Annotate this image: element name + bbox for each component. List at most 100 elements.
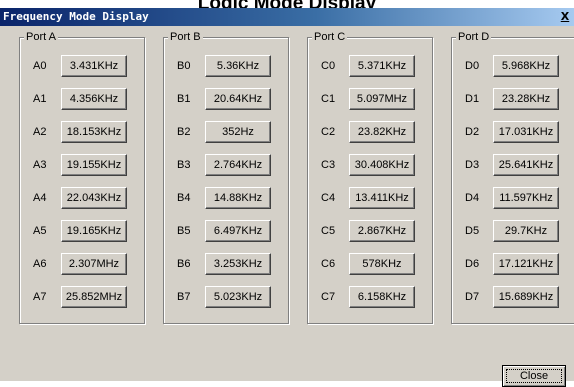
- pin-label: D1: [465, 93, 480, 105]
- pin-row: A0 3.431KHz: [20, 55, 144, 77]
- pin-row: B6 3.253KHz: [164, 253, 288, 275]
- pin-row: C2 23.82KHz: [308, 121, 432, 143]
- pin-row: B4 14.88KHz: [164, 187, 288, 209]
- pin-label: A6: [33, 258, 47, 270]
- pin-label: C7: [321, 291, 336, 303]
- pin-label: A7: [33, 291, 47, 303]
- pin-label: C2: [321, 126, 336, 138]
- frequency-value-button[interactable]: 6.497KHz: [205, 220, 271, 242]
- frequency-value-button[interactable]: 6.158KHz: [349, 286, 415, 308]
- frequency-value-button[interactable]: 13.411KHz: [349, 187, 415, 209]
- pin-row: D4 11.597KHz: [452, 187, 574, 209]
- frequency-value-button[interactable]: 19.165KHz: [61, 220, 127, 242]
- frequency-value-button[interactable]: 18.153KHz: [61, 121, 127, 143]
- pin-label: A5: [33, 225, 47, 237]
- pin-label: C4: [321, 192, 336, 204]
- pin-row: C1 5.097MHz: [308, 88, 432, 110]
- pin-row: B7 5.023KHz: [164, 286, 288, 308]
- frequency-value-button[interactable]: 14.88KHz: [205, 187, 271, 209]
- pin-label: D3: [465, 159, 480, 171]
- frequency-value-button[interactable]: 578KHz: [349, 253, 415, 275]
- port-group-d: Port D D0 5.968KHz D1 23.28KHz D2 17.031KHz D3 2…: [451, 30, 574, 324]
- frequency-value-button[interactable]: 3.431KHz: [61, 55, 127, 77]
- pin-label: B5: [177, 225, 191, 237]
- pin-label: B6: [177, 258, 191, 270]
- pin-row: A4 22.043KHz: [20, 187, 144, 209]
- frequency-value-button[interactable]: 2.307MHz: [61, 253, 127, 275]
- port-group-label: Port D: [456, 30, 492, 44]
- frequency-value-button[interactable]: 25.852MHz: [61, 286, 127, 308]
- close-button-label: Close: [519, 370, 549, 382]
- pin-label: D5: [465, 225, 480, 237]
- pin-row: A5 19.165KHz: [20, 220, 144, 242]
- frequency-value-button[interactable]: 17.121KHz: [493, 253, 559, 275]
- pin-row: A6 2.307MHz: [20, 253, 144, 275]
- pin-row: D6 17.121KHz: [452, 253, 574, 275]
- frequency-value-button[interactable]: 5.023KHz: [205, 286, 271, 308]
- pin-row: B3 2.764KHz: [164, 154, 288, 176]
- frequency-value-button[interactable]: 2.764KHz: [205, 154, 271, 176]
- pin-row: D5 29.7KHz: [452, 220, 574, 242]
- port-group-label: Port B: [168, 30, 203, 44]
- frequency-value-button[interactable]: 3.253KHz: [205, 253, 271, 275]
- pin-row: A1 4.356KHz: [20, 88, 144, 110]
- pin-row: D0 5.968KHz: [452, 55, 574, 77]
- pin-label: A1: [33, 93, 47, 105]
- frequency-value-button[interactable]: 30.408KHz: [349, 154, 415, 176]
- pin-label: C3: [321, 159, 336, 171]
- frequency-value-button[interactable]: 4.356KHz: [61, 88, 127, 110]
- frequency-value-button[interactable]: 15.689KHz: [493, 286, 559, 308]
- pin-label: C0: [321, 60, 336, 72]
- pin-label: D6: [465, 258, 480, 270]
- close-icon[interactable]: X: [558, 9, 572, 24]
- pin-label: C6: [321, 258, 336, 270]
- title-bar[interactable]: Frequency Mode Display X: [0, 8, 574, 26]
- pin-row: C0 5.371KHz: [308, 55, 432, 77]
- window-title: Frequency Mode Display: [3, 10, 149, 23]
- frequency-value-button[interactable]: 5.097MHz: [349, 88, 415, 110]
- pin-row: C6 578KHz: [308, 253, 432, 275]
- pin-label: A3: [33, 159, 47, 171]
- pin-label: B0: [177, 60, 191, 72]
- pin-row: A2 18.153KHz: [20, 121, 144, 143]
- frequency-value-button[interactable]: 11.597KHz: [493, 187, 559, 209]
- pin-row: B0 5.36KHz: [164, 55, 288, 77]
- close-button[interactable]: Close: [502, 365, 566, 387]
- frequency-value-button[interactable]: 17.031KHz: [493, 121, 559, 143]
- frequency-value-button[interactable]: 5.371KHz: [349, 55, 415, 77]
- pin-label: D0: [465, 60, 480, 72]
- frequency-value-button[interactable]: 22.043KHz: [61, 187, 127, 209]
- pin-label: C5: [321, 225, 336, 237]
- pin-row: A3 19.155KHz: [20, 154, 144, 176]
- pin-label: A2: [33, 126, 47, 138]
- frequency-value-button[interactable]: 5.968KHz: [493, 55, 559, 77]
- pin-label: C1: [321, 93, 336, 105]
- frequency-value-button[interactable]: 29.7KHz: [493, 220, 559, 242]
- pin-row: D2 17.031KHz: [452, 121, 574, 143]
- pin-row: C3 30.408KHz: [308, 154, 432, 176]
- pin-row: B2 352Hz: [164, 121, 288, 143]
- frequency-value-button[interactable]: 352Hz: [205, 121, 271, 143]
- frequency-value-button[interactable]: 25.641KHz: [493, 154, 559, 176]
- pin-label: A0: [33, 60, 47, 72]
- pin-row: C4 13.411KHz: [308, 187, 432, 209]
- pin-label: B1: [177, 93, 191, 105]
- pin-row: B5 6.497KHz: [164, 220, 288, 242]
- frequency-value-button[interactable]: 23.82KHz: [349, 121, 415, 143]
- pin-row: D1 23.28KHz: [452, 88, 574, 110]
- pin-row: C5 2.867KHz: [308, 220, 432, 242]
- frequency-value-button[interactable]: 20.64KHz: [205, 88, 271, 110]
- frequency-value-button[interactable]: 23.28KHz: [493, 88, 559, 110]
- pin-row: B1 20.64KHz: [164, 88, 288, 110]
- pin-label: D7: [465, 291, 480, 303]
- pin-label: B3: [177, 159, 191, 171]
- frequency-value-button[interactable]: 2.867KHz: [349, 220, 415, 242]
- frequency-value-button[interactable]: 19.155KHz: [61, 154, 127, 176]
- port-group-label: Port C: [312, 30, 348, 44]
- frequency-mode-dialog: Frequency Mode Display X Port A A0 3.431KH…: [0, 8, 574, 387]
- frequency-value-button[interactable]: 5.36KHz: [205, 55, 271, 77]
- pin-row: C7 6.158KHz: [308, 286, 432, 308]
- pin-label: D2: [465, 126, 480, 138]
- port-group-a: Port A A0 3.431KHz A1 4.356KHz A2 18.153KHz A3 1…: [19, 30, 145, 324]
- pin-row: D7 15.689KHz: [452, 286, 574, 308]
